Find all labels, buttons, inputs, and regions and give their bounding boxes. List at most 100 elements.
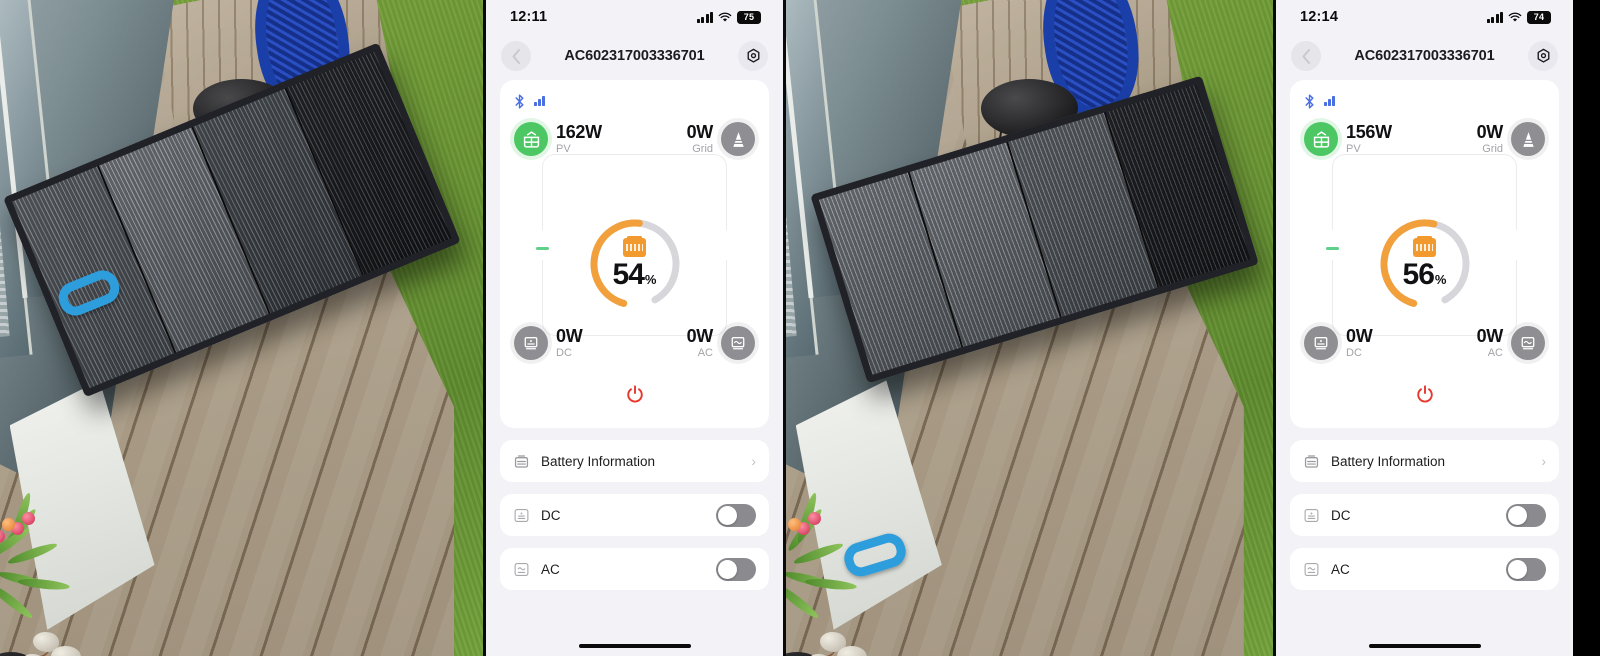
dc-output-icon: [514, 508, 529, 522]
battery-information-row[interactable]: Battery Information ›: [500, 440, 769, 482]
ac-node[interactable]: 0W AC: [1477, 326, 1545, 360]
battery-soc-value: 56: [1402, 258, 1435, 291]
power-flow-card: 162W PV 0W Grid 54 % 0W DC 0W AC: [500, 80, 769, 428]
dc-output-icon: [1304, 508, 1319, 522]
grid-label: Grid: [1482, 142, 1503, 155]
back-button[interactable]: [501, 41, 531, 71]
dc-output-icon: [514, 326, 548, 360]
pv-value: 156W: [1346, 121, 1392, 142]
status-bar-time: 12:14: [1300, 9, 1339, 25]
pv-label: PV: [556, 142, 571, 155]
navigation-bar: AC602317003336701: [1276, 34, 1573, 78]
bluetooth-icon: [1305, 93, 1314, 109]
ac-toggle-switch[interactable]: [716, 557, 756, 581]
ac-output-icon: [1511, 326, 1545, 360]
ac-toggle-label: AC: [1331, 561, 1350, 577]
ac-label: AC: [697, 346, 713, 359]
home-indicator[interactable]: [1368, 644, 1481, 648]
connection-status: [1304, 92, 1545, 110]
pv-node[interactable]: 162W PV: [514, 122, 602, 156]
rssi-bars-icon: [1324, 96, 1335, 106]
phone-screen-1: 12:11 75 AC602317003336701 162W PV 0W Gr…: [483, 0, 783, 656]
battery-icon: [623, 235, 646, 257]
battery-soc-value: 54: [612, 258, 645, 291]
dc-node[interactable]: 0W DC: [1304, 326, 1373, 360]
ac-value: 0W: [686, 325, 714, 346]
potted-plant: [786, 479, 893, 656]
ac-toggle-row[interactable]: AC: [500, 548, 769, 590]
dc-toggle-switch[interactable]: [1506, 503, 1546, 527]
battery-info-icon: [1304, 454, 1319, 468]
pv-value: 162W: [556, 121, 602, 142]
chevron-right-icon: ›: [1541, 453, 1546, 469]
home-indicator[interactable]: [578, 644, 691, 648]
battery-soc-unit: %: [1434, 272, 1447, 287]
battery-soc-unit: %: [644, 272, 657, 287]
rssi-bars-icon: [534, 96, 545, 106]
dc-toggle-label: DC: [541, 507, 561, 523]
flow-indicator: [1326, 247, 1339, 250]
ac-output-icon: [721, 326, 755, 360]
grid-tower-icon: [1511, 122, 1545, 156]
dc-node[interactable]: 0W DC: [514, 325, 583, 360]
status-bar-battery: 75: [737, 10, 761, 24]
status-bar-time: 12:11: [510, 9, 548, 25]
settings-button[interactable]: [1528, 41, 1558, 71]
battery-information-label: Battery Information: [1331, 453, 1446, 469]
power-icon: [1416, 385, 1433, 403]
gear-icon: [747, 48, 759, 63]
solar-panel-icon: [514, 122, 548, 156]
chevron-left-icon: [512, 48, 520, 64]
grid-value: 0W: [1476, 121, 1504, 142]
settings-button[interactable]: [738, 41, 768, 71]
potted-plant: [0, 479, 106, 656]
navigation-bar: AC602317003336701: [486, 34, 783, 78]
ac-toggle-row[interactable]: AC: [1290, 548, 1559, 590]
ac-node[interactable]: 0W AC: [687, 326, 755, 360]
battery-icon: [1413, 235, 1436, 257]
pv-node[interactable]: 156W PV: [1304, 122, 1392, 156]
dc-toggle-row[interactable]: DC: [1290, 494, 1559, 536]
energy-flow-diagram: 162W PV 0W Grid 54 % 0W DC 0W AC: [514, 114, 755, 414]
flow-indicator: [536, 247, 549, 250]
back-button[interactable]: [1291, 41, 1321, 71]
dc-toggle-row[interactable]: DC: [500, 494, 769, 536]
energy-flow-diagram: 156W PV 0W Grid 56 % 0W DC 0W AC: [1304, 114, 1545, 414]
grid-value: 0W: [686, 121, 714, 142]
ac-output-icon: [514, 562, 529, 576]
page-title: AC602317003336701: [1354, 48, 1495, 64]
phone-screen-2: 12:14 74 AC602317003336701 156W PV 0W Gr…: [1273, 0, 1573, 656]
status-bar: 12:14 74: [1276, 0, 1573, 34]
gear-icon: [1537, 48, 1549, 63]
power-flow-card: 156W PV 0W Grid 56 % 0W DC 0W AC: [1290, 80, 1559, 428]
battery-information-row[interactable]: Battery Information ›: [1290, 440, 1559, 482]
status-bar: 12:11 75: [486, 0, 783, 34]
power-icon: [626, 385, 643, 403]
grid-node[interactable]: 0W Grid: [687, 122, 755, 156]
ac-label: AC: [1487, 346, 1503, 359]
ac-toggle-label: AC: [541, 561, 560, 577]
wifi-icon: [718, 12, 732, 22]
dc-label: DC: [1346, 346, 1362, 359]
ac-output-icon: [1304, 562, 1319, 576]
wifi-icon: [1508, 12, 1522, 22]
power-button[interactable]: [624, 384, 646, 406]
ac-value: 0W: [1476, 325, 1504, 346]
dc-label: DC: [556, 346, 572, 359]
dc-value: 0W: [556, 325, 583, 346]
status-bar-battery: 74: [1527, 10, 1551, 24]
screenshot-root: 12:11 75 AC602317003336701 162W PV 0W Gr…: [0, 0, 1600, 656]
power-button[interactable]: [1414, 384, 1436, 406]
signal-bars-icon: [696, 11, 713, 23]
solar-panel-photo-left: [0, 0, 483, 656]
dc-toggle-switch[interactable]: [716, 503, 756, 527]
bluetooth-icon: [515, 93, 524, 109]
battery-gauge: 54 %: [586, 215, 684, 313]
pv-label: PV: [1346, 142, 1361, 155]
ac-toggle-switch[interactable]: [1506, 557, 1546, 581]
signal-bars-icon: [1486, 11, 1503, 23]
battery-info-icon: [514, 454, 529, 468]
grid-node[interactable]: 0W Grid: [1477, 122, 1545, 156]
battery-gauge: 56 %: [1376, 215, 1474, 313]
connection-status: [514, 92, 755, 110]
